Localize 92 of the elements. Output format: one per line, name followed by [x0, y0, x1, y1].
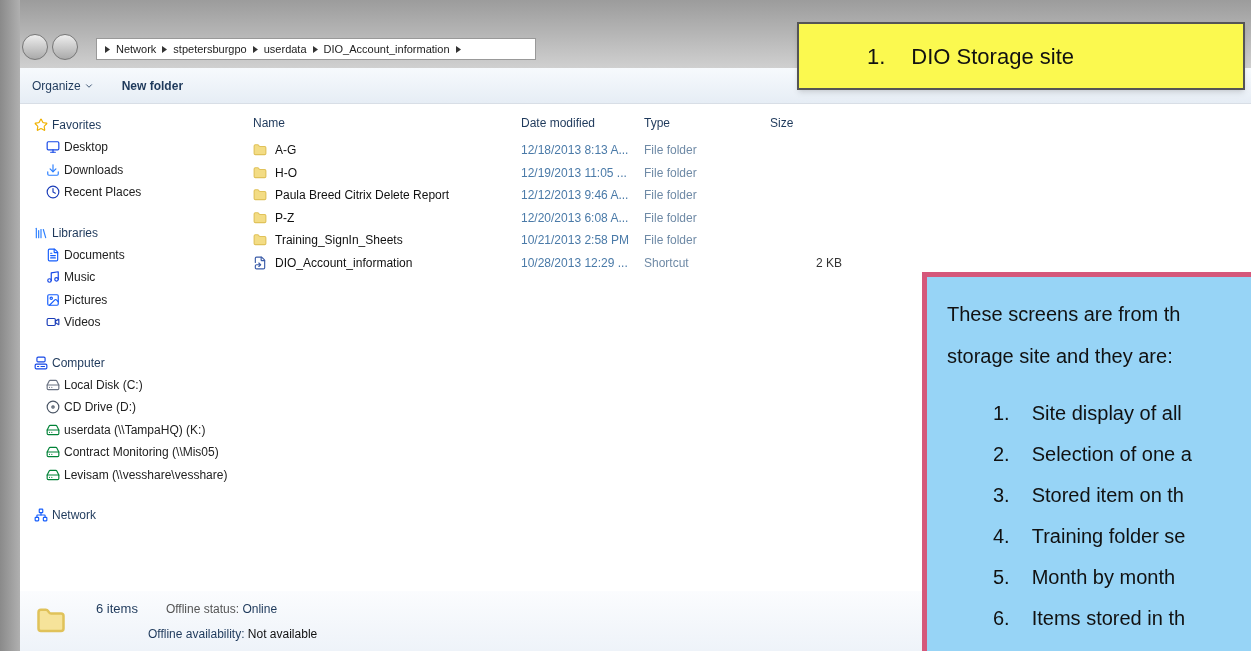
breadcrumb[interactable]: DIO_Account_information: [323, 40, 450, 58]
nav-item[interactable]: Videos: [34, 311, 250, 334]
file-name[interactable]: P-Z: [275, 208, 295, 227]
breadcrumb-arrow-icon: [312, 45, 318, 53]
list-number: 3.: [993, 483, 1010, 508]
folder-icon: [253, 233, 267, 248]
date-cell: 12/12/2013 9:46 A...: [521, 188, 629, 203]
nav-item[interactable]: Music: [34, 266, 250, 289]
nav-item[interactable]: Downloads: [34, 158, 250, 181]
breadcrumb-arrow-icon: [105, 45, 110, 53]
size-cell: 2 KB: [816, 255, 842, 270]
nav-item[interactable]: Desktop: [34, 136, 250, 159]
offline-status: Offline status: Online: [165, 601, 278, 618]
file-name[interactable]: H-O: [275, 163, 297, 182]
type-cell: File folder: [644, 143, 697, 158]
list-number: 4.: [993, 524, 1010, 549]
callout-intro: These screens are from th storage site and they are:: [947, 302, 1182, 369]
nav-item[interactable]: CD Drive (D:): [34, 396, 250, 419]
file-name[interactable]: DIO_Account_information: [275, 253, 413, 272]
library-icon: [34, 225, 48, 240]
music-icon: [46, 270, 60, 285]
nav-group[interactable]: Favorites: [34, 114, 250, 136]
nav-group[interactable]: Computer: [34, 351, 250, 374]
list-number: 5.: [993, 565, 1010, 590]
computer-icon: [34, 355, 48, 370]
breadcrumb[interactable]: Network: [116, 40, 157, 58]
shortcut-icon: [253, 255, 267, 270]
callout-number: 1.: [867, 42, 886, 71]
date-cell: 12/19/2013 11:05 ...: [521, 165, 627, 180]
file-name[interactable]: Training_SignIn_Sheets: [275, 231, 403, 250]
list-number: 1.: [993, 401, 1010, 426]
column-header[interactable]: Date modified: [521, 114, 644, 132]
nav-item[interactable]: Contract Monitoring (\\Mis05): [34, 441, 250, 464]
list-item-text: Stored item on th: [1031, 483, 1184, 508]
nav-item[interactable]: Documents: [34, 243, 250, 266]
document-icon: [46, 247, 60, 262]
network-drive-icon: [46, 445, 60, 460]
star-icon: [34, 118, 48, 132]
new-folder-button[interactable]: New folder: [121, 76, 184, 95]
column-header[interactable]: Size: [770, 114, 870, 132]
type-cell: File folder: [644, 188, 697, 203]
date-cell: 12/20/2013 6:08 A...: [521, 210, 629, 225]
nav-item[interactable]: Pictures: [34, 288, 250, 311]
list-item-text: Selection of one a: [1031, 442, 1192, 467]
folder-icon: [253, 165, 267, 180]
network-drive-icon: [46, 422, 60, 437]
type-cell: File folder: [644, 210, 697, 225]
nav-item[interactable]: Recent Places: [34, 181, 250, 204]
folder-icon: [253, 188, 267, 203]
date-cell: 12/18/2013 8:13 A...: [521, 143, 629, 158]
nav-group[interactable]: Libraries: [34, 221, 250, 244]
list-number: 2.: [993, 442, 1010, 467]
organize-menu[interactable]: Organize: [32, 76, 94, 95]
disc-icon: [46, 400, 60, 415]
download-icon: [46, 162, 60, 177]
list-item-text: Site display of all: [1031, 401, 1182, 426]
type-cell: Shortcut: [644, 255, 689, 270]
breadcrumb[interactable]: stpetersburgpo: [173, 40, 247, 58]
forward-button[interactable]: [52, 34, 78, 60]
drive-icon: [46, 377, 60, 392]
folder-icon: [253, 210, 267, 225]
column-header[interactable]: Type: [644, 114, 770, 132]
network-drive-icon: [46, 467, 60, 482]
item-count: 6 items: [96, 600, 138, 619]
nav-item[interactable]: Levisam (\\vesshare\vesshare): [34, 463, 250, 486]
list-number: 6.: [993, 606, 1010, 631]
list-item-text: Training folder se: [1031, 524, 1186, 549]
breadcrumb-arrow-icon: [455, 45, 461, 53]
list-item-text: Items stored in th: [1031, 606, 1186, 631]
type-cell: File folder: [644, 165, 697, 180]
clock-icon: [46, 185, 60, 200]
network-icon: [34, 508, 48, 522]
breadcrumb-arrow-icon: [252, 45, 258, 53]
nav-group[interactable]: Network: [34, 504, 250, 526]
breadcrumb-arrow-icon: [162, 45, 168, 53]
breadcrumb[interactable]: userdata: [263, 40, 307, 58]
callout-title: DIO Storage site: [911, 42, 1074, 71]
file-name[interactable]: Paula Breed Citrix Delete Report: [275, 186, 450, 205]
address-bar[interactable]: Network stpetersburgpo userdata DIO_Account_information: [96, 38, 536, 60]
date-cell: 10/28/2013 12:29 ...: [521, 255, 628, 270]
date-cell: 10/21/2013 2:58 PM: [521, 233, 630, 248]
type-cell: File folder: [644, 233, 697, 248]
file-name[interactable]: A-G: [275, 141, 297, 160]
back-button[interactable]: [22, 34, 48, 60]
offline-availability: Offline availability: Not available: [147, 625, 318, 643]
monitor-icon: [46, 140, 60, 155]
list-item-text: Month by month: [1031, 565, 1176, 590]
nav-item[interactable]: userdata (\\TampaHQ) (K:): [34, 418, 250, 441]
picture-icon: [46, 292, 60, 307]
column-header[interactable]: Name: [250, 114, 521, 132]
nav-item[interactable]: Local Disk (C:): [34, 373, 250, 396]
folder-icon: [253, 143, 267, 158]
